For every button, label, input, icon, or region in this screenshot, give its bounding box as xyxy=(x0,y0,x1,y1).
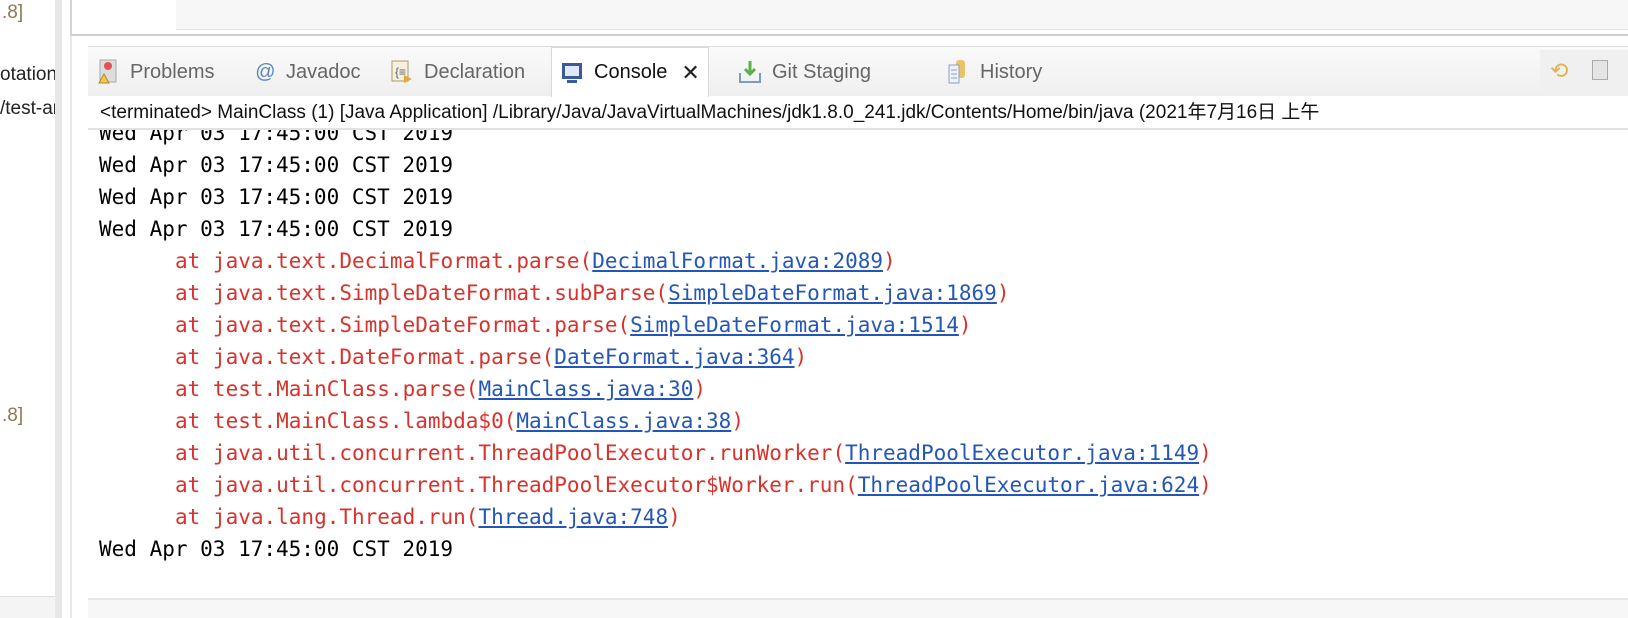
close-icon[interactable]: ✕ xyxy=(681,60,699,86)
stack-trace-line: at test.MainClass.lambda$0(MainClass.jav… xyxy=(175,405,744,437)
console-output[interactable]: Wed Apr 03 17:45:00 CST 2019 Wed Apr 03 1… xyxy=(88,130,1628,600)
tree-item[interactable]: /test-ar xyxy=(0,98,55,120)
stack-frame: at java.text.DateFormat.parse( xyxy=(175,345,555,369)
stack-trace-line: at test.MainClass.parse(MainClass.java:3… xyxy=(175,373,706,405)
source-link[interactable]: DecimalFormat.java:2089 xyxy=(592,249,883,273)
tab-declaration[interactable]: {≡ Declaration xyxy=(390,47,525,97)
stack-trace-line: at java.util.concurrent.ThreadPoolExecut… xyxy=(175,469,1212,501)
problems-icon xyxy=(96,59,120,85)
source-link[interactable]: Thread.java:748 xyxy=(478,505,668,529)
source-link[interactable]: SimpleDateFormat.java:1869 xyxy=(668,281,997,305)
stack-frame: at java.text.SimpleDateFormat.parse( xyxy=(175,313,631,337)
view-toolbar: ⟲ xyxy=(1540,50,1628,92)
tree-item[interactable]: .8] xyxy=(2,405,23,427)
declaration-icon: {≡ xyxy=(390,59,414,85)
console-line: Wed Apr 03 17:45:00 CST 2019 xyxy=(99,185,454,209)
tab-label: Git Staging xyxy=(772,60,871,83)
stack-suffix: ) xyxy=(731,409,744,433)
stack-trace-line: at java.text.DateFormat.parse(DateFormat… xyxy=(175,341,807,373)
editor-area xyxy=(70,0,1628,36)
stack-suffix: ) xyxy=(794,345,808,369)
stack-suffix: ) xyxy=(958,313,972,337)
tab-history[interactable]: History xyxy=(946,47,1042,97)
tree-item[interactable]: .8] xyxy=(2,2,23,24)
stack-trace-line: at java.text.SimpleDateFormat.parse(Simp… xyxy=(175,309,972,341)
console-status: <terminated> MainClass (1) [Java Applica… xyxy=(88,98,1628,130)
console-line: Wed Apr 03 17:45:00 CST 2019 xyxy=(99,537,454,561)
stack-suffix: ) xyxy=(668,505,681,529)
splitter[interactable] xyxy=(70,36,88,618)
tab-console[interactable]: Console ✕ xyxy=(551,47,709,97)
tab-label: Problems xyxy=(130,60,215,83)
source-link[interactable]: SimpleDateFormat.java:1514 xyxy=(630,313,959,337)
package-explorer-panel: .8] otations /test-ar .8] xyxy=(0,0,62,618)
stack-trace-line: at java.text.SimpleDateFormat.subParse(S… xyxy=(175,277,1009,309)
tab-label: Javadoc xyxy=(286,60,361,83)
view-tab-bar: Problems @ Javadoc {≡ Declaration Consol… xyxy=(88,46,1628,97)
stack-frame: at test.MainClass.parse( xyxy=(175,377,479,401)
console-footer xyxy=(88,598,1628,618)
console-icon xyxy=(560,60,584,86)
stack-frame: at test.MainClass.lambda$0( xyxy=(175,409,517,433)
stack-frame: at java.text.DecimalFormat.parse( xyxy=(175,249,593,273)
source-link[interactable]: ThreadPoolExecutor.java:1149 xyxy=(845,441,1199,465)
stack-suffix: ) xyxy=(996,281,1010,305)
panel-footer xyxy=(0,596,55,618)
tab-label: Console xyxy=(594,61,668,83)
stack-trace-line: at java.util.concurrent.ThreadPoolExecut… xyxy=(175,437,1212,469)
stack-suffix: ) xyxy=(1199,441,1212,465)
sync-icon[interactable]: ⟲ xyxy=(1550,58,1568,84)
history-icon xyxy=(946,59,970,85)
stack-trace-line: at java.lang.Thread.run(Thread.java:748) xyxy=(175,501,681,533)
source-link[interactable]: MainClass.java:38 xyxy=(516,409,731,433)
minimize-icon[interactable] xyxy=(1592,60,1608,80)
console-line: Wed Apr 03 17:45:00 CST 2019 xyxy=(99,217,454,241)
stack-frame: at java.util.concurrent.ThreadPoolExecut… xyxy=(175,473,858,497)
stack-frame: at java.text.SimpleDateFormat.subParse( xyxy=(175,281,669,305)
console-line: Wed Apr 03 17:45:00 CST 2019 xyxy=(99,153,454,177)
source-link[interactable]: DateFormat.java:364 xyxy=(554,345,794,369)
source-link[interactable]: MainClass.java:30 xyxy=(478,377,693,401)
stack-suffix: ) xyxy=(693,377,707,401)
stack-frame: at java.lang.Thread.run( xyxy=(175,505,479,529)
source-link[interactable]: ThreadPoolExecutor.java:624 xyxy=(858,473,1199,497)
git-staging-icon xyxy=(738,59,762,85)
stack-suffix: ) xyxy=(883,249,896,273)
at-icon: @ xyxy=(254,60,276,83)
tab-git-staging[interactable]: Git Staging xyxy=(738,47,871,97)
editor-scroll-area xyxy=(176,0,1628,30)
tab-label: Declaration xyxy=(424,60,526,83)
stack-suffix: ) xyxy=(1199,473,1212,497)
tab-javadoc[interactable]: @ Javadoc xyxy=(254,47,361,97)
tree-item[interactable]: otations xyxy=(0,64,55,86)
tab-problems[interactable]: Problems xyxy=(96,47,214,97)
tab-label: History xyxy=(980,60,1043,83)
stack-frame: at java.util.concurrent.ThreadPoolExecut… xyxy=(175,441,846,465)
console-line: Wed Apr 03 17:45:00 CST 2019 xyxy=(99,130,454,145)
stack-trace-line: at java.text.DecimalFormat.parse(Decimal… xyxy=(175,245,896,277)
